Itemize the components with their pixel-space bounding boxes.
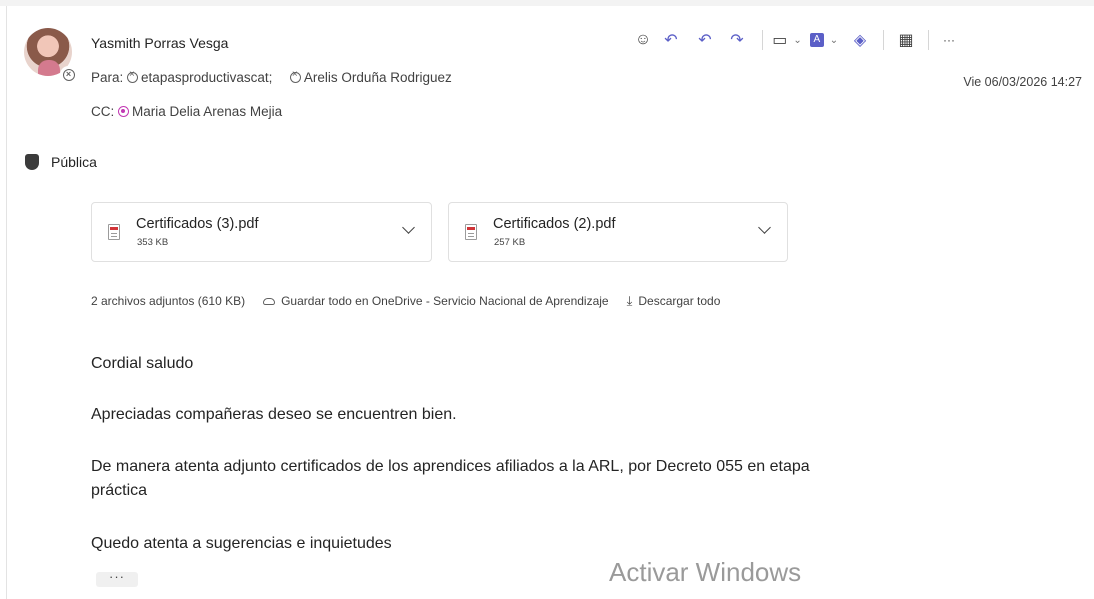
apps-icon[interactable]: ▦ [894,28,918,52]
chevron-down-icon[interactable] [402,221,415,234]
to-recipient[interactable]: Arelis Orduña Rodriguez [304,70,452,85]
cc-recipients-line: CC: Maria Delia Arenas Mejia [91,104,282,119]
reply-icon[interactable]: ↶ [654,28,688,52]
body-paragraph: Apreciadas compañeras deseo se encuentre… [91,406,457,423]
attachment-name: Certificados (3).pdf [136,216,259,232]
attachment-count: 2 archivos adjuntos (610 KB) [91,294,246,308]
more-icon[interactable]: ··· [939,28,959,52]
attachment-card[interactable]: Certificados (3).pdf 353 KB [91,202,432,262]
forward-icon[interactable]: ↷ [722,28,752,52]
sender-name[interactable]: Yasmith Porras Vesga [91,35,228,51]
cc-recipient[interactable]: Maria Delia Arenas Mejia [132,104,282,119]
to-recipient[interactable]: etapasproductivascat; [141,70,272,85]
cloud-icon [263,297,276,305]
cc-label: CC: [91,104,115,119]
sensitivity-label-text: Pública [51,154,97,170]
attachment-name: Certificados (2).pdf [493,216,616,232]
immersive-reader-icon[interactable]: ▭ ⌄ [772,28,802,52]
presence-status-icon: × [60,66,77,83]
body-greeting: Cordial saludo [91,355,194,372]
message-toolbar: ☺ ↶ ↶ ↷ ▭ ⌄ A ⌄ ◈ ▦ ··· [632,28,959,52]
body-paragraph: De manera atenta adjunto certificados de… [91,458,810,475]
toolbar-divider [883,30,884,50]
chevron-down-icon[interactable] [758,221,771,234]
pdf-icon[interactable]: A ⌄ [801,28,847,52]
activation-watermark: Activar Windows [609,557,802,587]
body-paragraph: Quedo atenta a sugerencias e inquietudes [91,535,392,552]
toolbar-divider [762,30,763,50]
reply-all-icon[interactable]: ↶ [688,28,722,52]
download-icon: ⤓ [626,293,633,308]
shield-icon [25,154,39,170]
to-recipients-line: Para: etapasproductivascat; Arelis Orduñ… [91,69,452,85]
download-all-link[interactable]: Descargar todo [638,294,720,308]
recipient-status-icon [127,69,139,83]
recipient-status-icon [289,69,301,83]
pdf-file-icon [465,224,477,240]
body-paragraph: práctica [91,482,148,499]
recipient-presence-icon [118,106,130,117]
attachment-card[interactable]: Certificados (2).pdf 257 KB [448,202,788,262]
reading-pane-left-border [6,6,7,599]
emoji-icon[interactable]: ☺ [632,28,654,52]
attachment-size: 257 KB [494,237,526,248]
sent-date: Vie 06/03/2026 14:27 [963,75,1082,89]
chevron-down-icon: ⌄ [829,34,839,46]
show-more-button[interactable]: ··· [96,570,138,587]
sensitivity-label[interactable]: Pública [25,154,97,170]
save-to-onedrive-link[interactable]: Guardar todo en OneDrive - Servicio Naci… [281,294,609,308]
header-top-border [0,0,1094,6]
loop-icon[interactable]: ◈ [847,28,873,52]
pdf-file-icon [108,224,120,240]
toolbar-divider [928,30,929,50]
to-label: Para: [91,70,124,85]
attachment-size: 353 KB [137,237,169,248]
attachment-summary: 2 archivos adjuntos (610 KB) Guardar tod… [91,293,720,309]
